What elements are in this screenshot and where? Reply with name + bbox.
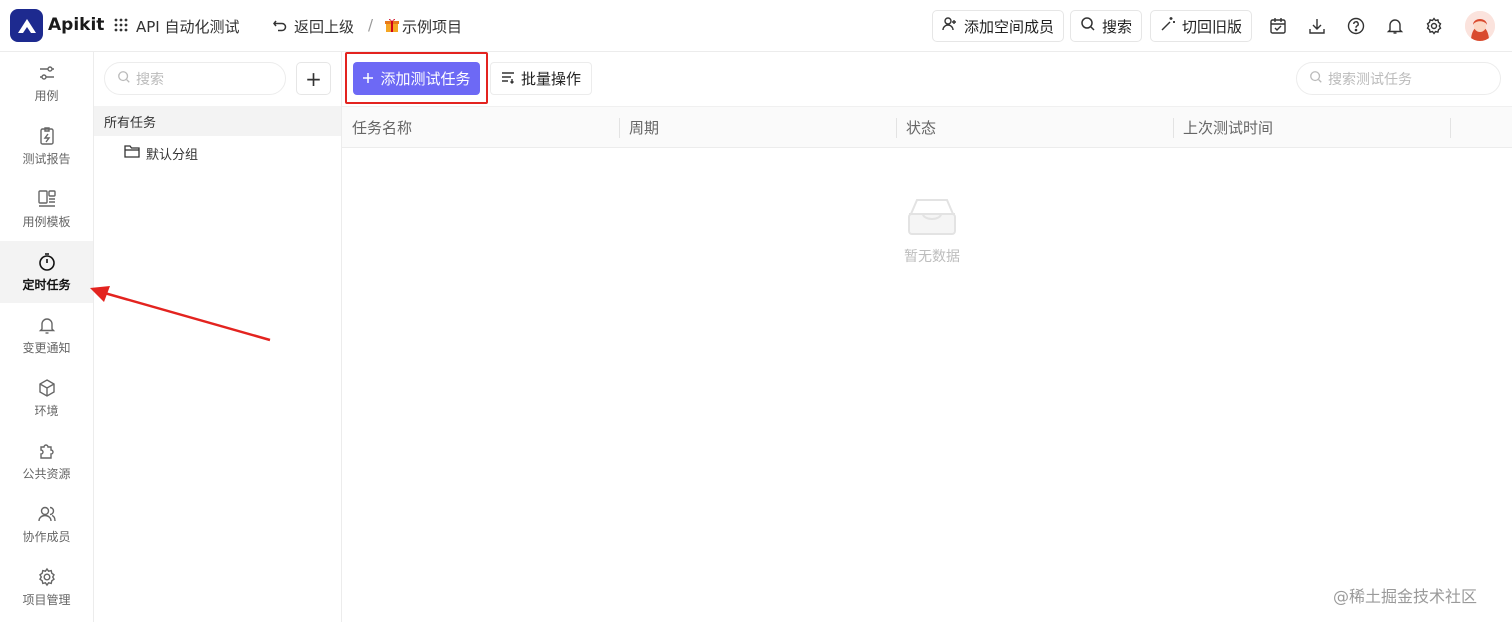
undo-icon: [272, 17, 288, 37]
table-header: 任务名称 周期 状态 上次测试时间: [342, 106, 1512, 148]
add-member-label: 添加空间成员: [964, 17, 1055, 36]
project-name: 示例项目: [402, 18, 463, 36]
add-member-button[interactable]: 添加空间成员: [932, 10, 1065, 42]
search-label: 搜索: [1102, 17, 1133, 36]
list-sort-icon: [501, 70, 515, 88]
nav-label: 公共资源: [22, 466, 71, 481]
column-header-task-name[interactable]: 任务名称: [342, 107, 412, 148]
brand-name: Apikit: [48, 15, 105, 35]
column-header-last-test-time[interactable]: 上次测试时间: [1173, 107, 1273, 148]
task-search-input[interactable]: 搜索测试任务: [1296, 62, 1501, 95]
switch-old-version-button[interactable]: 切回旧版: [1150, 10, 1253, 42]
timer-icon: [38, 252, 55, 271]
group-label: 默认分组: [146, 147, 199, 163]
column-header-cycle[interactable]: 周期: [619, 107, 659, 148]
grid-icon: [114, 18, 128, 36]
nav-item-test-reports[interactable]: 测试报告: [0, 115, 93, 177]
task-search-placeholder: 搜索测试任务: [1328, 71, 1412, 88]
back-label: 返回上级: [294, 18, 355, 36]
sliders-icon: [39, 65, 54, 80]
batch-operation-button[interactable]: 批量操作: [490, 62, 593, 95]
nav-item-cases[interactable]: 用例: [0, 52, 93, 114]
nav-item-environment[interactable]: 环境: [0, 367, 93, 429]
group-search-input[interactable]: 搜索: [104, 62, 286, 95]
watermark: @稀土掘金技术社区: [1333, 587, 1478, 606]
add-test-task-button[interactable]: 添加测试任务: [353, 62, 480, 95]
search-icon: [117, 70, 131, 88]
nav-label: 协作成员: [22, 529, 71, 544]
app-switcher[interactable]: API 自动化测试: [114, 16, 240, 37]
gift-icon: [384, 17, 400, 37]
cube-icon: [38, 378, 55, 397]
nav-label: 变更通知: [22, 340, 71, 355]
user-avatar[interactable]: [1465, 11, 1495, 41]
group-item-default[interactable]: 默认分组: [124, 140, 198, 166]
nav-item-case-templates[interactable]: 用例模板: [0, 178, 93, 240]
switch-old-label: 切回旧版: [1182, 17, 1243, 36]
notification-bell-icon[interactable]: [1385, 16, 1405, 36]
apikit-logo[interactable]: [10, 9, 43, 42]
users-icon: [37, 506, 56, 521]
magic-wand-icon: [1160, 16, 1176, 36]
empty-state: 暂无数据: [882, 196, 982, 266]
top-header: Apikit API 自动化测试 返回上级 / 示例项目 添加空间成员 搜索 切…: [0, 0, 1512, 52]
column-header-status[interactable]: 状态: [896, 107, 936, 148]
add-user-icon: [942, 16, 958, 36]
download-icon[interactable]: [1307, 16, 1327, 36]
nav-label: 项目管理: [22, 592, 71, 607]
back-link[interactable]: 返回上级: [272, 16, 354, 37]
group-search-placeholder: 搜索: [136, 71, 164, 88]
calendar-icon[interactable]: [1268, 16, 1288, 36]
global-search-button[interactable]: 搜索: [1070, 10, 1143, 42]
nav-item-public-resources[interactable]: 公共资源: [0, 430, 93, 492]
column-divider[interactable]: [1450, 118, 1451, 138]
search-icon: [1080, 16, 1096, 36]
bell-icon: [38, 317, 55, 334]
nav-label: 测试报告: [22, 151, 71, 166]
nav-item-project-management[interactable]: 项目管理: [0, 556, 93, 618]
batch-operation-label: 批量操作: [521, 70, 582, 88]
help-icon[interactable]: [1346, 16, 1366, 36]
breadcrumb-separator: /: [368, 16, 374, 34]
empty-box-icon: [908, 199, 956, 235]
nav-label: 环境: [34, 403, 59, 418]
main-content: 添加测试任务 批量操作 搜索测试任务 任务名称 周期 状态 上次测试时间 暂无数…: [342, 52, 1512, 622]
gear-icon: [38, 567, 55, 586]
group-item-all-tasks[interactable]: 所有任务: [94, 106, 341, 136]
settings-gear-icon[interactable]: [1424, 16, 1444, 36]
nav-item-collaborators[interactable]: 协作成员: [0, 493, 93, 555]
template-icon: [37, 189, 56, 207]
report-icon: [39, 126, 54, 145]
project-breadcrumb[interactable]: 示例项目: [384, 16, 462, 37]
annotation-arrow: [90, 286, 271, 342]
folder-icon: [124, 144, 140, 162]
nav-label: 用例: [34, 88, 59, 103]
empty-text: 暂无数据: [904, 249, 960, 265]
search-icon: [1309, 70, 1323, 88]
add-group-button[interactable]: +: [296, 62, 331, 95]
nav-label: 定时任务: [22, 277, 71, 292]
app-name: API 自动化测试: [136, 18, 240, 36]
add-test-task-label: 添加测试任务: [380, 70, 471, 88]
puzzle-icon: [39, 443, 54, 459]
plus-icon: [362, 70, 374, 88]
nav-label: 用例模板: [22, 214, 71, 229]
